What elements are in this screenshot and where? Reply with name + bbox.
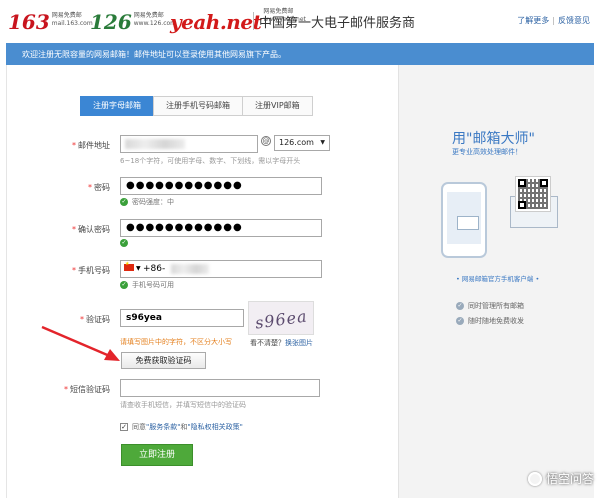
welcome-banner: 欢迎注册无限容量的网易邮箱！邮件地址可以登录使用其他网易旗下产品。 [6, 43, 594, 65]
wukong-logo-icon [527, 471, 542, 486]
logo-yeah[interactable]: yeah.net 网易免费邮 www.yeah.net [170, 8, 306, 34]
redacted-blur [171, 264, 209, 274]
side-caption: • 网易邮箱官方手机客户端 • [456, 275, 540, 283]
register-form-panel [6, 65, 398, 498]
register-button[interactable]: 立即注册 [121, 444, 193, 466]
sms-hint: 请查收手机短信，并填写短信中的验证码 [120, 401, 246, 409]
terms-link[interactable]: "服务条款" [146, 422, 180, 432]
register-tabs: 注册字母邮箱 注册手机号码邮箱 注册VIP邮箱 [80, 96, 313, 116]
header-links: 了解更多 | 反馈意见 [517, 16, 590, 25]
phone-illustration-icon [441, 182, 487, 258]
welcome-banner-text: 欢迎注册无限容量的网易邮箱！邮件地址可以登录使用其他网易旗下产品。 [22, 50, 286, 59]
password-label: * 密码 [88, 183, 110, 192]
logo-126-text: 126 [90, 10, 132, 34]
check-icon: ✓ [456, 302, 464, 310]
site-header: 163 网易免费邮 mail.163.com 126 网易免费邮 www.126… [0, 0, 600, 42]
china-flag-icon [124, 261, 134, 271]
change-image-link[interactable]: 换张图片 [285, 339, 313, 347]
email-input[interactable] [120, 135, 258, 153]
confirm-password-input[interactable]: ●●●●●●●●●●●● [120, 219, 322, 237]
qr-code-icon [515, 176, 551, 212]
privacy-link[interactable]: "隐私权相关政策" [187, 422, 242, 432]
sms-code-input[interactable] [120, 379, 320, 397]
phone-status: ✓ 手机号码可用 [120, 281, 174, 289]
captcha-warning: 请填写图片中的字符，不区分大小写 [120, 338, 232, 346]
country-caret-icon[interactable]: ▼ [136, 261, 141, 277]
password-strength: ✓ 密码强度：中 [120, 198, 174, 206]
logo-yeah-text: yeah.net [170, 10, 262, 34]
tab-vip-email[interactable]: 注册VIP邮箱 [242, 96, 313, 116]
captcha-image-text: s96ea [253, 306, 309, 333]
redacted-blur [125, 139, 185, 149]
confirm-ok: ✓ [120, 239, 132, 247]
sms-label: * 短信验证码 [64, 385, 110, 394]
agree-checkbox[interactable]: ✓ [120, 423, 128, 431]
side-title: 用"邮箱大师" [452, 131, 535, 147]
phone-input[interactable]: ▼ +86- [120, 260, 322, 278]
email-hint: 6~18个字符，可使用字母、数字、下划线，需以字母开头 [120, 157, 301, 165]
domain-select[interactable]: 126.com ▼ [274, 135, 330, 151]
tab-letter-email[interactable]: 注册字母邮箱 [80, 96, 154, 116]
captcha-input[interactable]: s96yea [120, 309, 244, 327]
logo-163-text: 163 [8, 10, 50, 34]
tab-mobile-email[interactable]: 注册手机号码邮箱 [153, 96, 243, 116]
captcha-label: * 验证码 [80, 315, 110, 324]
logo-126[interactable]: 126 网易免费邮 www.126.com [90, 10, 176, 34]
side-feature: ✓ 随时随地免费收发 [456, 317, 524, 325]
chevron-down-icon: ▼ [320, 139, 325, 146]
header-divider [253, 12, 254, 30]
side-feature: ✓ 同时管理所有邮箱 [456, 302, 524, 310]
check-icon: ✓ [456, 317, 464, 325]
logo-163[interactable]: 163 网易免费邮 mail.163.com [8, 10, 93, 34]
check-icon: ✓ [120, 281, 128, 289]
check-icon: ✓ [120, 239, 128, 247]
at-icon: @ [261, 136, 271, 146]
password-input[interactable]: ●●●●●●●●●●●● [120, 177, 322, 195]
side-subtitle: 更专业高效处理邮件！ [452, 148, 522, 156]
agreement: ✓ 同意 "服务条款" 和 "隐私权相关政策" [120, 422, 243, 432]
watermark: 悟空问答 [527, 470, 594, 487]
get-code-button[interactable]: 免费获取验证码 [121, 352, 206, 369]
captcha-change: 看不清楚？换张图片 [250, 339, 313, 347]
logo-163-sub: 网易免费邮 mail.163.com [51, 12, 93, 27]
feedback-link[interactable]: 反馈意见 [558, 16, 590, 25]
check-icon: ✓ [120, 198, 128, 206]
email-label: * 邮件地址 [72, 141, 110, 150]
phone-label: * 手机号码 [72, 266, 110, 275]
confirm-label: * 确认密码 [72, 225, 110, 234]
learn-more-link[interactable]: 了解更多 [517, 16, 549, 25]
header-title: 中国第一大电子邮件服务商 [259, 16, 416, 31]
captcha-image[interactable]: s96ea [248, 301, 314, 335]
